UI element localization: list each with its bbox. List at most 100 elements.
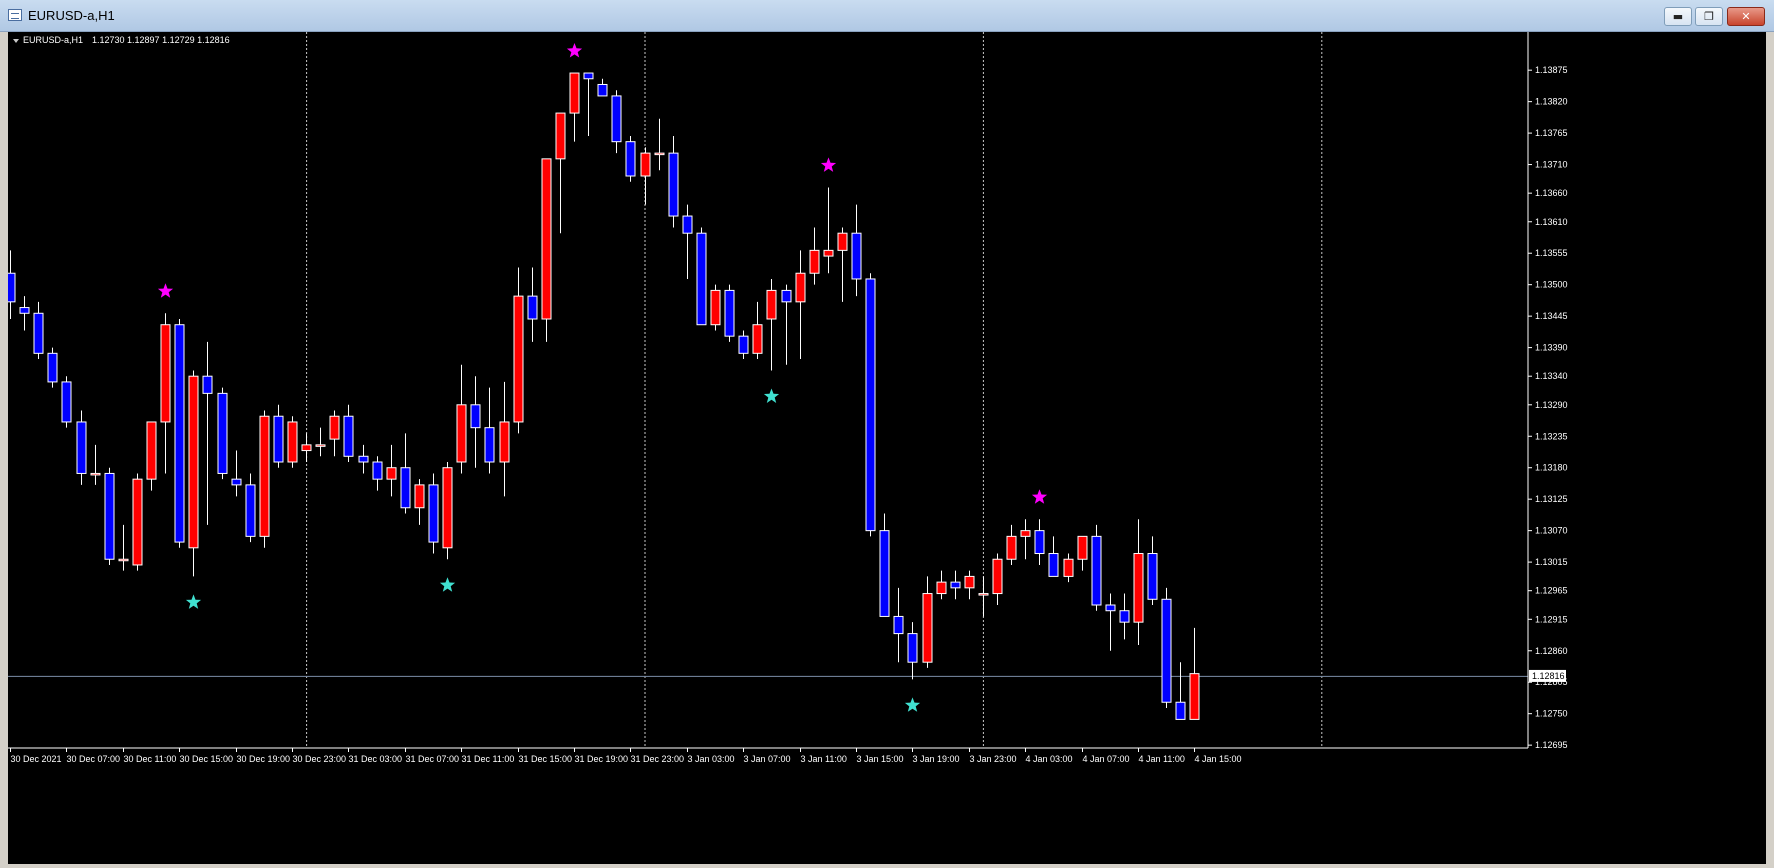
- candle: [1147, 536, 1158, 605]
- candle: [992, 553, 1003, 605]
- candle: [202, 341, 213, 525]
- candlestick-chart[interactable]: 1.13875 1.13820 1.13765 1.13710 1.13660 1.136…: [8, 32, 1766, 864]
- time-tick-label: 31 Dec 19:00: [575, 754, 629, 764]
- candle: [781, 284, 792, 365]
- time-axis[interactable]: 30 Dec 2021 30 Dec 07:00 30 Dec 11:00 30 De…: [10, 748, 1242, 764]
- candle-body: [456, 404, 467, 463]
- candle-body: [541, 158, 552, 320]
- candle-body: [315, 444, 326, 447]
- candle-body: [1133, 553, 1144, 623]
- time-tick-label: 30 Dec 23:00: [293, 754, 347, 764]
- time-tick-label: 31 Dec 03:00: [349, 754, 403, 764]
- candle: [752, 301, 763, 360]
- candle: [513, 267, 524, 434]
- candle-body: [358, 455, 369, 463]
- candle: [907, 622, 918, 680]
- candle: [499, 381, 510, 497]
- candle-body: [400, 467, 411, 509]
- time-tick-label: 3 Jan 23:00: [970, 754, 1017, 764]
- candle: [837, 227, 848, 302]
- candle: [217, 387, 228, 480]
- candle: [865, 273, 876, 537]
- candle-body: [710, 289, 721, 326]
- candle-body: [259, 415, 270, 537]
- candle-body: [992, 558, 1003, 595]
- price-tick-label: 1.13610: [1535, 217, 1568, 227]
- candle-body: [118, 558, 129, 562]
- candle-body: [146, 421, 157, 480]
- candle: [301, 433, 312, 462]
- candle: [1105, 593, 1116, 651]
- price-tick-label: 1.13125: [1535, 494, 1568, 504]
- fractal-up-star-icon: [157, 283, 174, 298]
- candle-body: [1091, 535, 1102, 606]
- candle-body: [470, 404, 481, 429]
- candle-body: [738, 335, 749, 354]
- candle-body: [202, 375, 213, 394]
- chart-area[interactable]: 1.13875 1.13820 1.13765 1.13710 1.13660 1.136…: [8, 32, 1766, 864]
- candle: [625, 135, 636, 182]
- candle-body: [231, 478, 242, 486]
- minimize-button[interactable]: ▬: [1664, 7, 1692, 26]
- fractal-down-star-icon: [439, 577, 456, 592]
- candle-body: [1048, 553, 1059, 577]
- candle: [343, 404, 354, 462]
- candle-body: [174, 324, 185, 543]
- candle: [1034, 519, 1045, 565]
- candle-body: [555, 112, 566, 160]
- candle-body: [19, 307, 30, 314]
- candle: [231, 450, 242, 497]
- candle: [61, 376, 72, 428]
- candle: [1091, 524, 1102, 611]
- candle: [724, 284, 735, 342]
- restore-button[interactable]: ❐: [1695, 7, 1723, 26]
- candle-body: [1189, 673, 1200, 720]
- candle: [978, 576, 989, 617]
- candle: [386, 444, 397, 497]
- candle-body: [583, 72, 594, 80]
- candle: [766, 278, 777, 371]
- candle: [146, 421, 157, 491]
- candle-body: [823, 249, 834, 257]
- candle: [893, 587, 904, 663]
- candle: [541, 158, 552, 342]
- chart-window-icon: [8, 9, 22, 21]
- candle: [1119, 593, 1130, 640]
- candle: [372, 456, 383, 491]
- candle-body: [372, 461, 383, 480]
- price-tick-label: 1.13500: [1535, 280, 1568, 290]
- candle-body: [414, 484, 425, 509]
- candle-body: [696, 232, 707, 326]
- candle-body: [611, 95, 622, 143]
- candle: [583, 72, 594, 136]
- candle: [400, 433, 411, 514]
- candle: [470, 376, 481, 468]
- candles: [8, 72, 1200, 720]
- price-tick-label: 1.13070: [1535, 526, 1568, 536]
- price-tick-label: 1.12965: [1535, 586, 1568, 596]
- time-tick-label: 3 Jan 19:00: [913, 754, 960, 764]
- candle-body: [245, 484, 256, 537]
- time-tick-label: 4 Jan 03:00: [1026, 754, 1073, 764]
- window-titlebar[interactable]: EURUSD-a,H1 ▬ ❐ ✕: [0, 0, 1774, 32]
- window-title: EURUSD-a,H1: [28, 8, 115, 23]
- candle-body: [922, 593, 933, 663]
- candle-body: [442, 467, 453, 549]
- chart-menu-arrow-icon[interactable]: [13, 39, 19, 43]
- candle-body: [781, 289, 792, 303]
- candle-body: [569, 72, 580, 114]
- close-button[interactable]: ✕: [1727, 7, 1765, 26]
- candle-body: [879, 530, 890, 617]
- candle-body: [851, 232, 862, 280]
- candle: [329, 410, 340, 457]
- candle-body: [1063, 558, 1074, 577]
- candle-body: [217, 392, 228, 474]
- candle: [640, 147, 651, 205]
- candle-body: [8, 272, 16, 303]
- candle: [1175, 662, 1186, 720]
- price-axis[interactable]: 1.13875 1.13820 1.13765 1.13710 1.13660 1.136…: [8, 32, 1568, 750]
- candle: [738, 330, 749, 360]
- candle: [484, 387, 495, 474]
- price-tick-label: 1.13710: [1535, 160, 1568, 170]
- candle-body: [386, 467, 397, 480]
